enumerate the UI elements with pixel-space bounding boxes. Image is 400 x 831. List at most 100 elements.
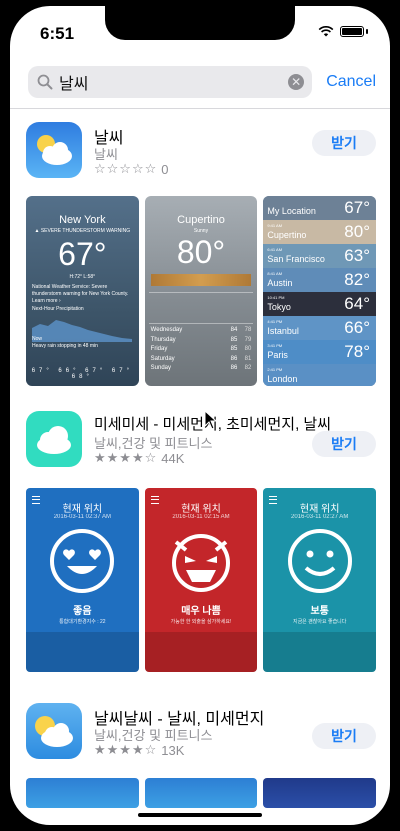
location-label: 현재 위치 (181, 504, 221, 515)
nalssinalssi-app-icon (26, 703, 82, 759)
city-time: 6:41 AM (267, 247, 283, 252)
screenshot-gallery-nalssinalssi[interactable] (26, 778, 377, 808)
city-time: 3:41 PM (267, 343, 283, 348)
alert-link: Learn more › (32, 298, 61, 304)
phone-screen: 6:51 날씨 ✕ Cancel 날씨 날씨 ☆☆☆☆☆ 0 받기 New Yo… (10, 6, 390, 825)
metrics-panel (26, 632, 139, 672)
city-name: Istanbul (267, 326, 299, 336)
search-query: 날씨 (59, 76, 89, 93)
app-rating: ☆☆☆☆☆ 0 (94, 161, 169, 177)
warning-label: ▲ SEVERE THUNDERSTORM WARNING (34, 228, 131, 234)
hourly-strip (148, 292, 254, 324)
get-button[interactable]: 받기 (312, 723, 376, 749)
app-row-nalssinalssi[interactable]: 날씨날씨 - 날씨, 미세먼지 날씨,건강 및 피트니스 ★★★★☆ 13K 받… (26, 703, 376, 763)
screenshot: New York ▲ SEVERE THUNDERSTORM WARNING 6… (26, 196, 139, 386)
mouse-cursor-icon (204, 410, 218, 430)
alert-text: thunderstorm warning for New York County… (32, 291, 129, 297)
hourly-temps: 67° 66° 67° 67° 68° (31, 368, 133, 380)
screenshot: Cupertino Sunny 80° Wednesday Thursday F… (144, 196, 258, 386)
rating-count: 13K (161, 742, 185, 758)
date-label: 2016-03-11 02:27 AM (291, 514, 349, 520)
date-label: 2016-03-11 02:37 AM (53, 514, 111, 520)
city-temp: 80° (344, 222, 371, 241)
app-row-weather[interactable]: 날씨 날씨 ☆☆☆☆☆ 0 받기 (26, 122, 376, 182)
city-name: Paris (267, 350, 288, 360)
highs-list: 84 85 85 86 86 (230, 327, 238, 371)
city-time: 9:41 AM (267, 223, 283, 228)
smile-face-icon (287, 529, 352, 593)
clear-icon[interactable]: ✕ (288, 74, 305, 90)
rating-stars: ★★★★☆ (94, 450, 158, 465)
city-name: London (267, 374, 298, 384)
screenshot: 현재 위치 2016-03-11 02:37 AM 좋음 통합대기환경지수 : … (26, 488, 139, 672)
days-list: Wednesday Thursday Friday Saturday Sunda… (150, 327, 183, 371)
precip-label: Next-Hour Precipitation (32, 306, 84, 312)
battery-icon (340, 26, 364, 37)
divider (10, 108, 390, 109)
sun-cloud-icon (37, 135, 72, 165)
city-name: Austin (267, 278, 293, 288)
screenshot: 현재 위치 2016-03-11 02:15 AM 매우 나쁨 가능한 한 외출… (144, 488, 258, 672)
city-time: 2:41 PM (267, 367, 283, 372)
hilo-label: H:72° L:58° (69, 274, 96, 280)
rating-count: 44K (161, 450, 185, 466)
city-time: 8:41 AM (267, 271, 283, 276)
home-indicator[interactable] (138, 813, 262, 817)
app-rating: ★★★★☆ 13K (94, 742, 184, 758)
app-row-misemise[interactable]: 미세미세 - 미세먼지, 초미세먼지, 날씨 날씨,건강 및 피트니스 ★★★★… (26, 411, 376, 471)
city-temp: 64° (344, 294, 371, 313)
screenshot (263, 778, 377, 808)
screenshot (26, 778, 139, 808)
city-name: Cupertino (267, 230, 307, 240)
now-label: Now (32, 336, 43, 342)
note-label: 가능한 한 외출을 삼가하세요! (170, 619, 232, 625)
city-temp: 63° (344, 246, 371, 265)
lows-list: 78 79 80 81 82 (244, 327, 252, 371)
status-time: 6:51 (40, 24, 75, 43)
location-label: 현재 위치 (62, 504, 103, 515)
city-temp: 78° (344, 342, 371, 361)
devil-face-icon (172, 534, 230, 592)
search-row: 날씨 ✕ Cancel (28, 66, 376, 98)
rain-label: Heavy rain stopping in 48 min (32, 343, 98, 349)
rating-count: 0 (161, 161, 169, 177)
status-label: 보통 (310, 606, 329, 617)
status-icons (318, 26, 368, 37)
cancel-button[interactable]: Cancel (326, 73, 376, 91)
sun-cloud-icon (35, 716, 73, 747)
metrics-panel (144, 632, 258, 672)
city-label: Cupertino (177, 214, 225, 226)
alert-text: National Weather Service: Severe (32, 284, 108, 290)
search-icon (37, 74, 53, 90)
heart-eyes-face-icon (50, 529, 115, 593)
misemise-app-icon (26, 411, 82, 467)
notch (105, 6, 295, 40)
city-temp: 82° (344, 270, 371, 289)
note-label: 지금은 괜찮아요 좋습니다 (292, 619, 347, 625)
date-label: 2016-03-11 02:15 AM (172, 514, 230, 520)
status-label: 매우 나쁨 (181, 606, 221, 617)
city-label: New York (59, 214, 106, 226)
location-label: 현재 위치 (299, 504, 340, 515)
metrics-panel (263, 632, 377, 672)
screenshot: My Location 67° 9:41 AM Cupertino 80° 6:41 AM… (263, 196, 377, 386)
city-time: 10:41 PM (267, 295, 285, 300)
cloud-icon (37, 426, 71, 454)
screenshot-gallery-misemise[interactable]: 현재 위치 2016-03-11 02:37 AM 좋음 통합대기환경지수 : … (26, 488, 377, 672)
screenshot-gallery-weather[interactable]: New York ▲ SEVERE THUNDERSTORM WARNING 6… (26, 196, 377, 386)
city-time: 4:41 PM (267, 319, 283, 324)
app-rating: ★★★★☆ 44K (94, 450, 184, 466)
get-button[interactable]: 받기 (312, 431, 376, 457)
status-label: 좋음 (73, 606, 92, 617)
search-input[interactable]: 날씨 ✕ (28, 66, 313, 98)
screenshot (144, 778, 258, 808)
city-name: My Location (267, 206, 316, 216)
get-button[interactable]: 받기 (312, 130, 376, 156)
temp-label: 80° (176, 234, 226, 270)
weather-app-icon (26, 122, 82, 178)
rating-stars: ★★★★☆ (94, 742, 158, 757)
rating-stars: ☆☆☆☆☆ (94, 161, 158, 176)
city-temp: 67° (344, 198, 371, 217)
temp-label: 67° (58, 236, 107, 272)
wifi-icon (318, 26, 334, 37)
